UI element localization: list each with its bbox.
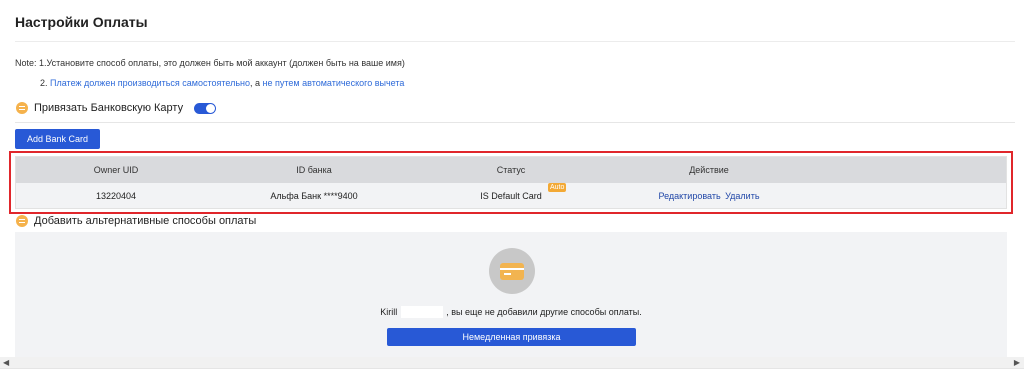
bind-now-button[interactable]: Немедленная привязка [387, 328, 636, 346]
bottom-strip [0, 368, 1024, 391]
note-line-2: 2. Платеж должен производиться самостоят… [40, 78, 404, 88]
highlight-box [9, 151, 1013, 214]
title-divider [15, 41, 1015, 42]
horizontal-scrollbar[interactable]: ◀ ▶ [0, 357, 1024, 368]
empty-state-panel: Kirill , вы еще не добавили другие спосо… [15, 232, 1007, 359]
note-link-no-auto-debit: не путем автоматического вычета [262, 78, 405, 88]
note-line-1: Note: 1.Установите способ оплаты, это до… [15, 58, 405, 68]
empty-state-message: Kirill , вы еще не добавили другие спосо… [15, 306, 1007, 318]
note-link-self-payment: Платеж должен производиться самостоятель… [50, 78, 251, 88]
alt-payment-section-label: Добавить альтернативные способы оплаты [34, 215, 257, 227]
note-line-2-prefix: 2. [40, 78, 51, 88]
alt-payment-section-header: Добавить альтернативные способы оплаты [16, 215, 256, 227]
note-separator: , а [250, 78, 263, 88]
bank-card-section-label: Привязать Банковскую Карту [34, 102, 184, 114]
bank-card-toggle[interactable] [194, 102, 217, 114]
scrollbar-thumb[interactable] [13, 359, 1011, 366]
bank-card-section-header: Привязать Банковскую Карту [16, 102, 217, 114]
scroll-left-arrow-icon[interactable]: ◀ [3, 358, 9, 367]
credit-card-icon [500, 263, 524, 280]
user-name: Kirill [380, 307, 398, 317]
scroll-right-arrow-icon[interactable]: ▶ [1014, 358, 1020, 367]
page-title: Настройки Оплаты [15, 14, 148, 30]
coin-icon [16, 102, 28, 114]
coin-icon [16, 215, 28, 227]
add-bank-card-button[interactable]: Add Bank Card [15, 129, 100, 149]
card-placeholder-icon [489, 248, 535, 294]
empty-state-text: , вы еще не добавили другие способы опла… [446, 307, 642, 317]
redacted-surname [401, 306, 444, 318]
section-divider [15, 122, 1015, 123]
